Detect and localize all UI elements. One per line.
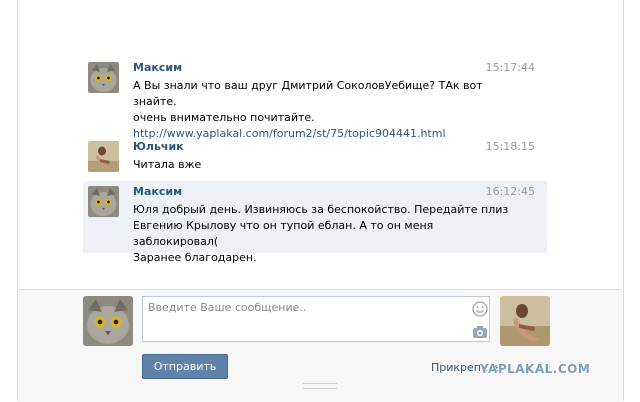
avatar-girl[interactable] <box>88 141 119 172</box>
message-text: А Вы знали что ваш друг Дмитрий СоколовУ… <box>133 78 513 142</box>
message-line: Читала вже <box>133 158 202 171</box>
message-time: 15:18:15 <box>485 140 535 153</box>
message-line: Юля добрый день. Извиняюсь за беспокойст… <box>133 203 509 216</box>
avatar-cat[interactable] <box>88 62 119 93</box>
message-item-highlighted[interactable]: Максим 16:12:45 Юля добрый день. Извиняю… <box>83 181 547 264</box>
message-line: Заранее благодарен. <box>133 251 257 264</box>
resize-handle[interactable] <box>303 383 337 389</box>
message-item[interactable]: Максим 15:17:44 А Вы знали что ваш друг … <box>83 57 547 140</box>
sender-name[interactable]: Максим <box>133 61 182 74</box>
sender-name[interactable]: Максим <box>133 185 182 198</box>
smile-icon[interactable] <box>472 301 488 317</box>
camera-icon[interactable] <box>472 325 488 339</box>
message-line: очень внимательно почитайте. <box>133 111 315 124</box>
message-input[interactable]: Введите Ваше сообщение.. <box>142 296 490 342</box>
my-avatar[interactable] <box>83 296 133 346</box>
message-line: А Вы знали что ваш друг Дмитрий СоколовУ… <box>133 79 483 108</box>
send-button[interactable]: Отправить <box>142 354 228 379</box>
sender-name[interactable]: Юльчик <box>133 140 184 153</box>
watermark-logo: YAPLAKAL.COM <box>480 362 591 376</box>
message-line: Евгению Крылову что он тупой еблан. А то… <box>133 219 434 248</box>
message-text: Юля добрый день. Извиняюсь за беспокойст… <box>133 202 513 266</box>
peer-avatar[interactable] <box>500 296 550 346</box>
message-time: 16:12:45 <box>485 185 535 198</box>
avatar-cat[interactable] <box>88 186 119 217</box>
message-item[interactable]: Юльчик 15:18:15 Читала вже <box>83 136 547 178</box>
message-text: Читала вже <box>133 157 513 173</box>
message-time: 15:17:44 <box>485 61 535 74</box>
